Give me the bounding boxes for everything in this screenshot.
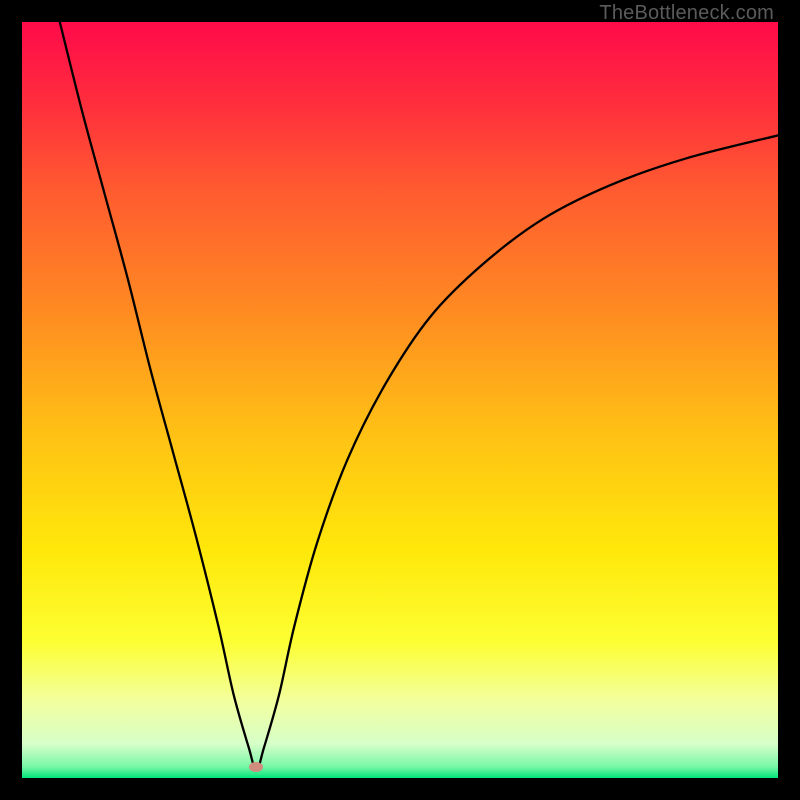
watermark-text: TheBottleneck.com <box>599 2 774 25</box>
chart-frame: TheBottleneck.com <box>0 0 800 800</box>
optimal-point-marker <box>249 762 263 772</box>
bottleneck-curve <box>22 22 778 778</box>
plot-area <box>22 22 778 778</box>
